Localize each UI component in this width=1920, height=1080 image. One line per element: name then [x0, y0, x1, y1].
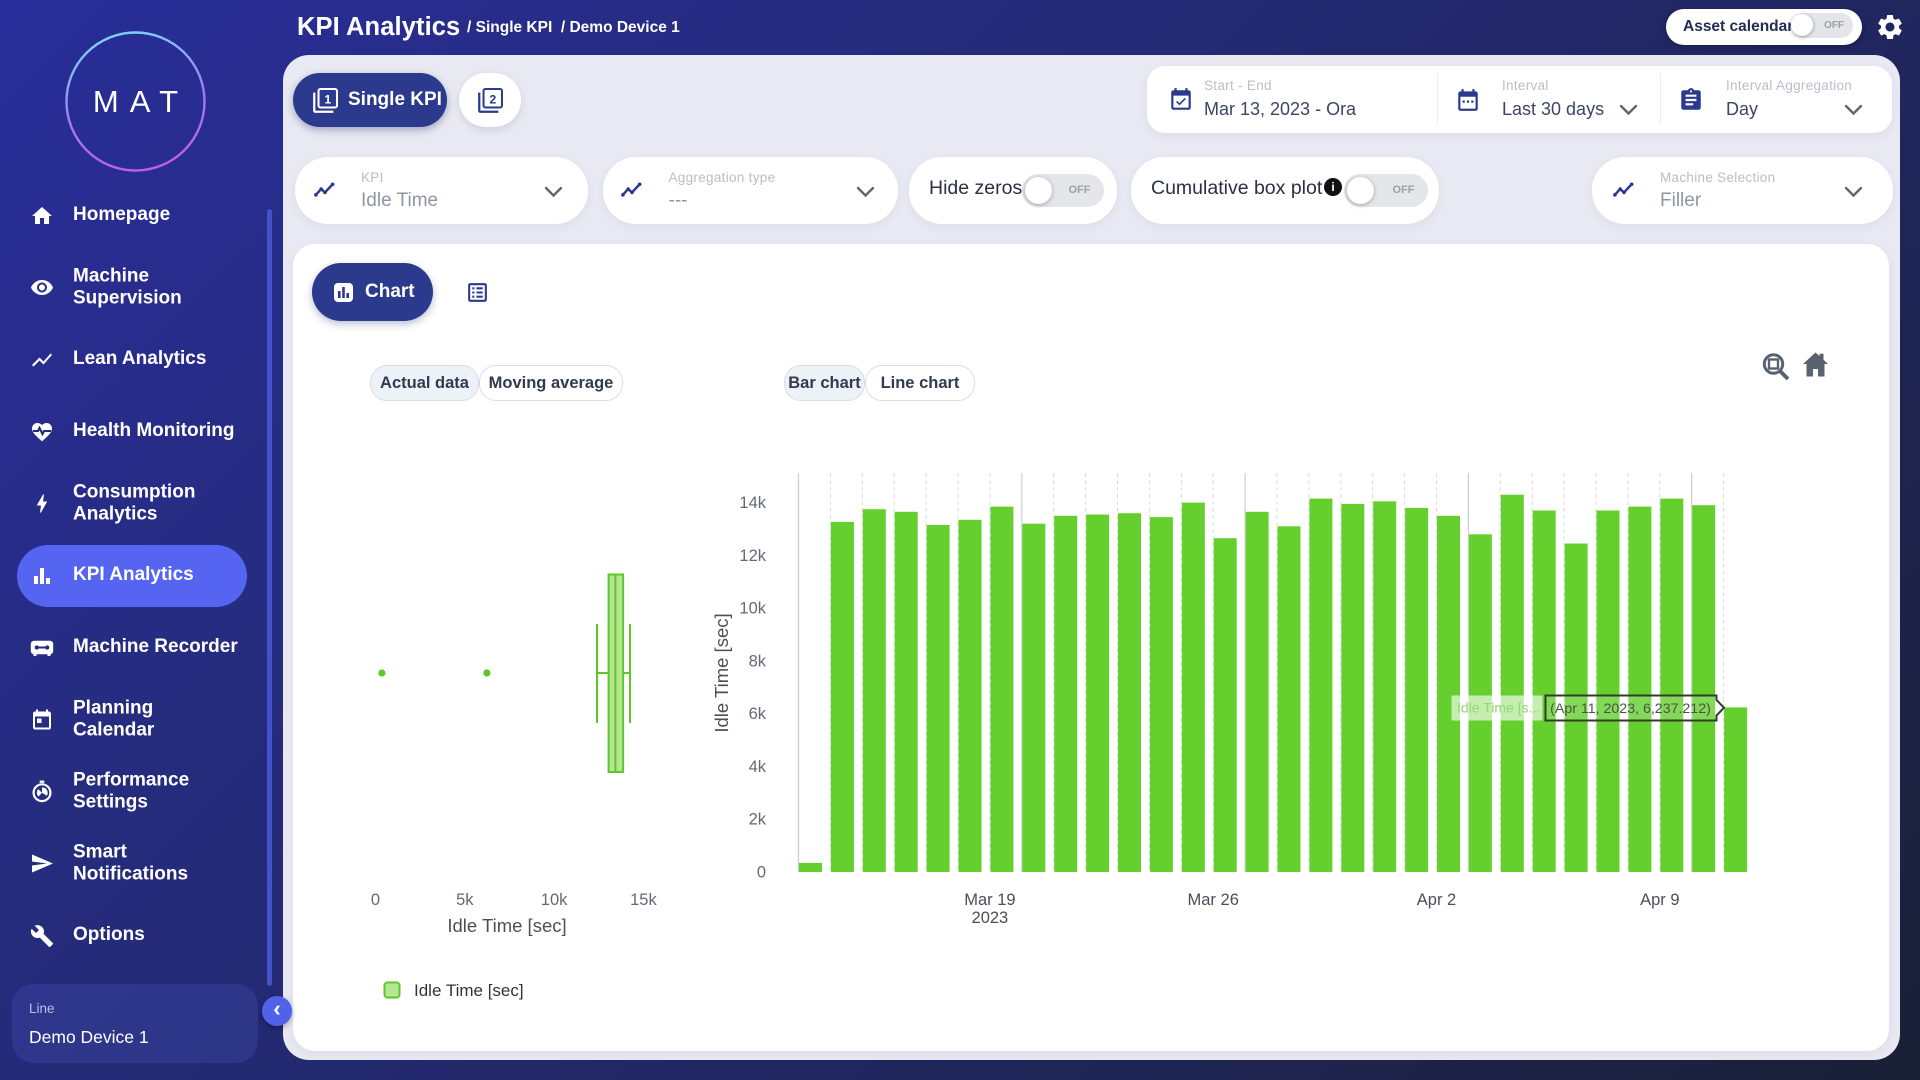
svg-text:Mar 19: Mar 19 [964, 891, 1015, 909]
svg-text:10k: 10k [541, 891, 568, 909]
svg-text:6k: 6k [749, 705, 767, 723]
svg-text:0: 0 [757, 864, 766, 882]
svg-text:0: 0 [371, 891, 380, 909]
svg-text:Idle Time [sec]: Idle Time [sec] [447, 915, 566, 936]
svg-text:4k: 4k [749, 758, 767, 776]
svg-text:2023: 2023 [972, 909, 1009, 927]
svg-text:Idle Time [sec]: Idle Time [sec] [414, 981, 524, 1000]
svg-text:14k: 14k [739, 494, 766, 512]
svg-text:Apr 2: Apr 2 [1417, 891, 1456, 909]
svg-text:8k: 8k [749, 652, 767, 670]
svg-text:Apr 9: Apr 9 [1640, 891, 1679, 909]
svg-text:Idle Time [s...: Idle Time [s... [1457, 700, 1540, 716]
svg-text:5k: 5k [456, 891, 474, 909]
svg-text:12k: 12k [739, 547, 766, 565]
svg-text:2k: 2k [749, 811, 767, 829]
svg-text:Mar 26: Mar 26 [1188, 891, 1239, 909]
svg-text:15k: 15k [630, 891, 657, 909]
svg-text:10k: 10k [739, 600, 766, 618]
svg-text:(Apr 11, 2023, 6,237.212): (Apr 11, 2023, 6,237.212) [1550, 701, 1711, 717]
svg-text:Idle Time [sec]: Idle Time [sec] [711, 613, 732, 732]
